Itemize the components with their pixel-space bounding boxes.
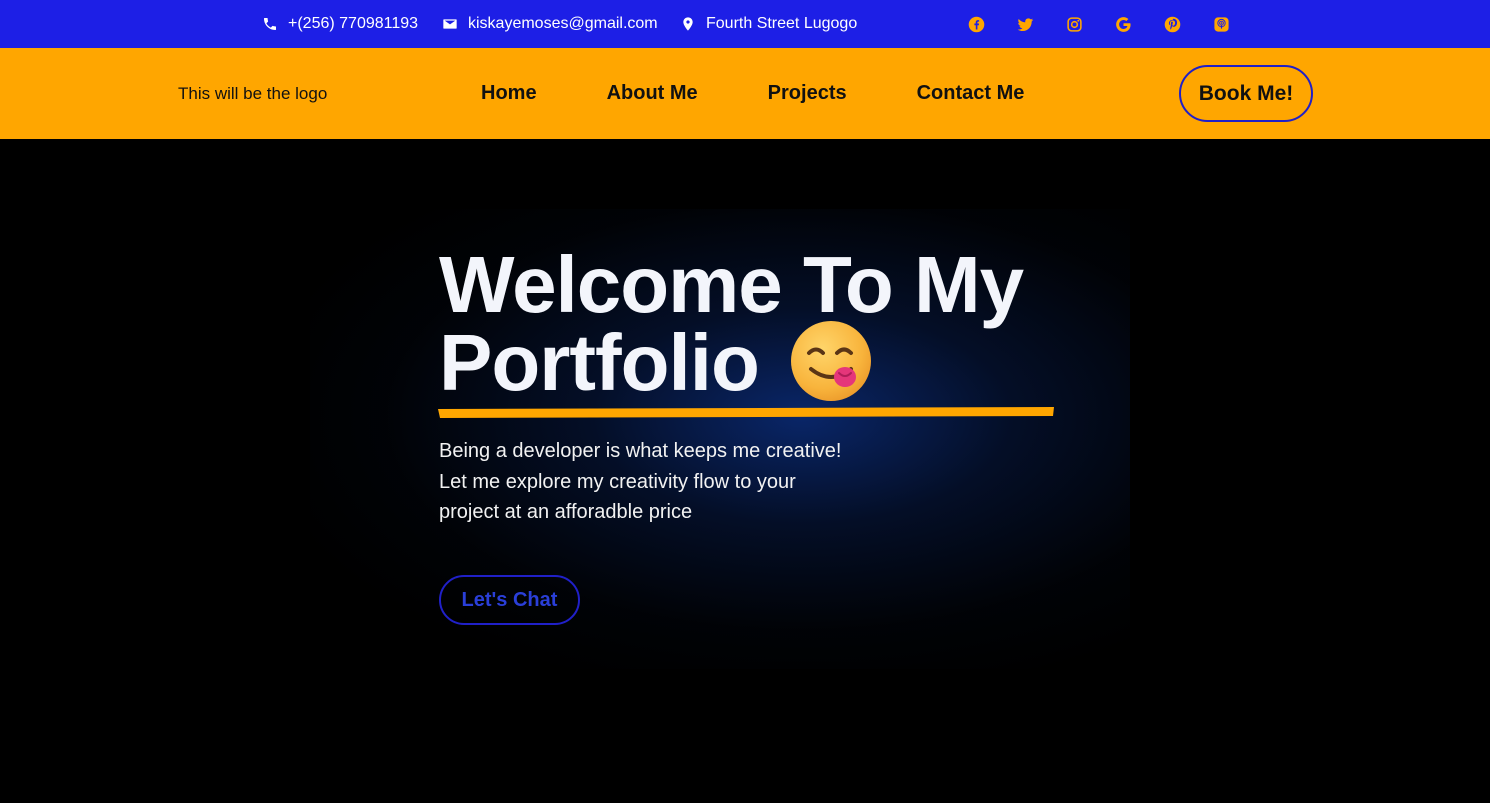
- nav-link-home[interactable]: Home: [481, 82, 537, 105]
- hero-subtitle: Being a developer is what keeps me creat…: [439, 436, 879, 528]
- nav-link-projects[interactable]: Projects: [768, 82, 847, 105]
- instagram-icon: [1067, 16, 1082, 32]
- twitter-icon: [1017, 17, 1034, 31]
- twitter-link[interactable]: [1015, 0, 1064, 48]
- google-link[interactable]: [1113, 0, 1162, 48]
- subtitle-line-1: Being a developer is what keeps me creat…: [439, 440, 842, 462]
- hero-title-line1: Welcome To My: [439, 240, 1024, 329]
- mail-icon: [443, 19, 457, 29]
- hero-title: Welcome To My Portfolio: [439, 240, 1024, 407]
- top-contact-bar: +(256) 770981193 kiskayemoses@gmail.com …: [0, 0, 1490, 48]
- nav-link-about-me[interactable]: About Me: [607, 82, 698, 105]
- phone-icon: [264, 18, 276, 30]
- instagram-link[interactable]: [1064, 0, 1113, 48]
- social-links: [966, 0, 1260, 48]
- pinterest-icon: [1164, 16, 1181, 32]
- podcast-link[interactable]: [1211, 0, 1260, 48]
- title-underline: [438, 407, 1054, 418]
- book-me-button[interactable]: Book Me!: [1179, 65, 1313, 122]
- contact-phone[interactable]: +(256) 770981193: [262, 0, 418, 48]
- nav-menu: Home About Me Projects Contact Me: [481, 48, 1024, 139]
- phone-text: +(256) 770981193: [288, 15, 419, 32]
- facebook-link[interactable]: [966, 0, 1015, 48]
- nav-link-contact-me[interactable]: Contact Me: [917, 82, 1025, 105]
- address-text: Fourth Street Lugogo: [706, 15, 858, 32]
- google-icon: [1116, 16, 1131, 32]
- lets-chat-button[interactable]: Let's Chat: [439, 575, 580, 625]
- logo-placeholder[interactable]: This will be the logo: [178, 48, 327, 139]
- location-pin-icon: [683, 17, 693, 31]
- face-savoring-food-emoji-icon: [790, 321, 871, 401]
- hero-title-line2: Portfolio: [439, 318, 1023, 407]
- pinterest-link[interactable]: [1162, 0, 1211, 48]
- hero-title-portfolio: Portfolio: [439, 318, 760, 407]
- subtitle-line-2: Let me explore my creativity flow to you…: [439, 470, 796, 493]
- subtitle-line-3: project at an afforadble price: [439, 501, 693, 523]
- podcast-icon: [1214, 16, 1229, 32]
- main-navbar: This will be the logo Home About Me Proj…: [0, 48, 1490, 139]
- contact-email[interactable]: kiskayemoses@gmail.com: [442, 0, 658, 48]
- email-text: kiskayemoses@gmail.com: [468, 15, 658, 32]
- facebook-icon: [968, 16, 985, 32]
- contact-address[interactable]: Fourth Street Lugogo: [680, 0, 857, 48]
- hero-section: Welcome To My Portfolio Being a develope…: [0, 139, 1490, 803]
